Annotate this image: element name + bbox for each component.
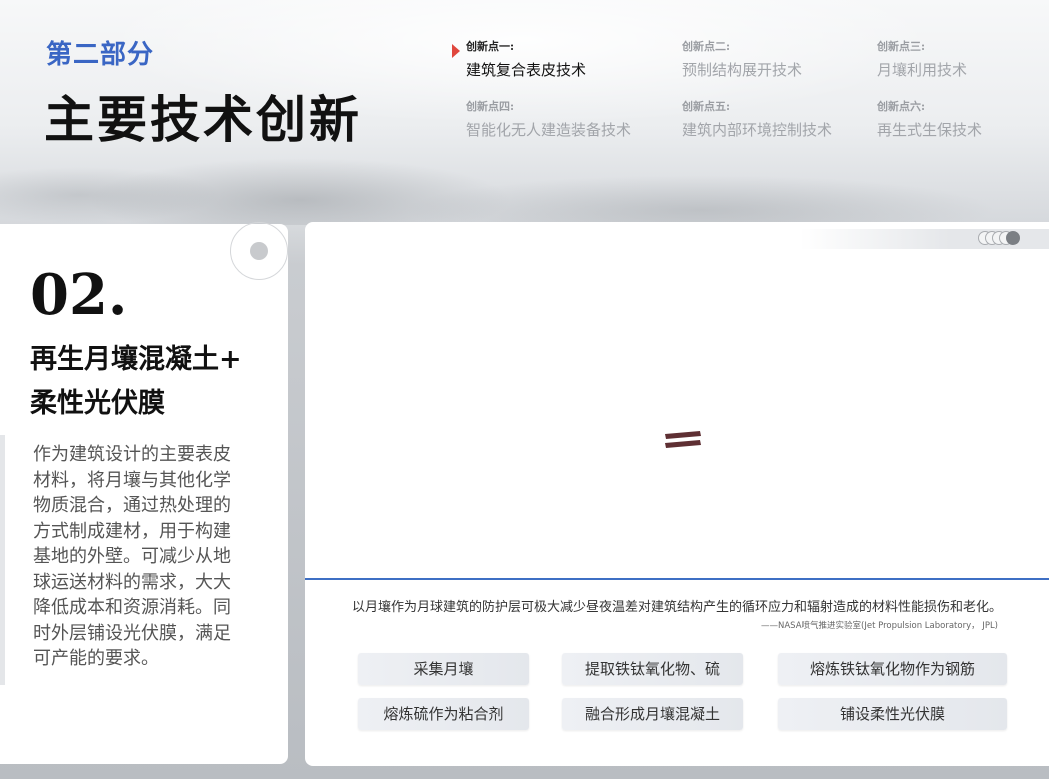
innovation-number: 创新点一: — [466, 40, 515, 53]
decorative-circle-icon — [230, 222, 288, 280]
section-label: 第二部分 — [46, 40, 155, 70]
process-step-4: 熔炼硫作为粘合剂 — [358, 698, 529, 730]
innovation-item-3[interactable]: 创新点三: 月壤利用技术 — [877, 38, 967, 80]
innovation-number: 创新点二: — [682, 40, 731, 53]
innovation-name: 建筑内部环境控制技术 — [682, 121, 833, 139]
innovation-item-2[interactable]: 创新点二: 预制结构展开技术 — [682, 38, 802, 80]
process-step-2: 提取铁钛氧化物、硫 — [562, 653, 743, 685]
description-text: 作为建筑设计的主要表皮材料，将月壤与其他化学物质混合，通过热处理的方式制成建材，… — [33, 444, 231, 669]
innovation-number: 创新点五: — [682, 100, 731, 113]
divider-line — [305, 578, 1049, 580]
quote-source: ——NASA喷气推进实验室(Jet Propulsion Laboratory，… — [760, 621, 998, 631]
innovation-item-1[interactable]: 创新点一: 建筑复合表皮技术 — [452, 38, 587, 80]
process-step-1: 采集月壤 — [358, 653, 529, 685]
innovation-name: 再生式生保技术 — [877, 121, 983, 139]
innovation-name: 智能化无人建造装备技术 — [466, 121, 632, 139]
equals-icon — [665, 431, 701, 448]
innovation-name: 月壤利用技术 — [877, 61, 968, 79]
subtitle-line-2: 柔性光伏膜 — [30, 388, 165, 419]
innovation-item-4[interactable]: 创新点四: 智能化无人建造装备技术 — [466, 98, 631, 140]
carousel-dot-active[interactable] — [1006, 231, 1020, 245]
left-accent-bar — [0, 435, 5, 685]
innovation-item-5[interactable]: 创新点五: 建筑内部环境控制技术 — [682, 98, 832, 140]
carousel-dots[interactable] — [978, 231, 1020, 245]
subtitle-line-1: 再生月壤混凝土+ — [30, 344, 242, 375]
process-step-3: 熔炼铁钛氧化物作为钢筋 — [778, 653, 1007, 685]
innovation-number: 创新点三: — [877, 40, 926, 53]
process-step-6: 铺设柔性光伏膜 — [778, 698, 1007, 730]
innovation-number: 创新点六: — [877, 100, 926, 113]
innovation-number: 创新点四: — [466, 100, 515, 113]
item-subtitle: 再生月壤混凝土+ 柔性光伏膜 — [30, 338, 280, 426]
page-title: 主要技术创新 — [44, 90, 362, 149]
innovation-name: 建筑复合表皮技术 — [466, 61, 587, 79]
quote-text: 以月壤作为月球建筑的防护层可极大减少昼夜温差对建筑结构产生的循环应力和辐射造成的… — [351, 600, 1002, 615]
innovation-item-6[interactable]: 创新点六: 再生式生保技术 — [877, 98, 982, 140]
process-step-5: 融合形成月壤混凝土 — [562, 698, 743, 730]
innovation-name: 预制结构展开技术 — [682, 61, 803, 79]
active-arrow-icon — [452, 44, 460, 58]
item-number: 02. — [30, 262, 128, 328]
